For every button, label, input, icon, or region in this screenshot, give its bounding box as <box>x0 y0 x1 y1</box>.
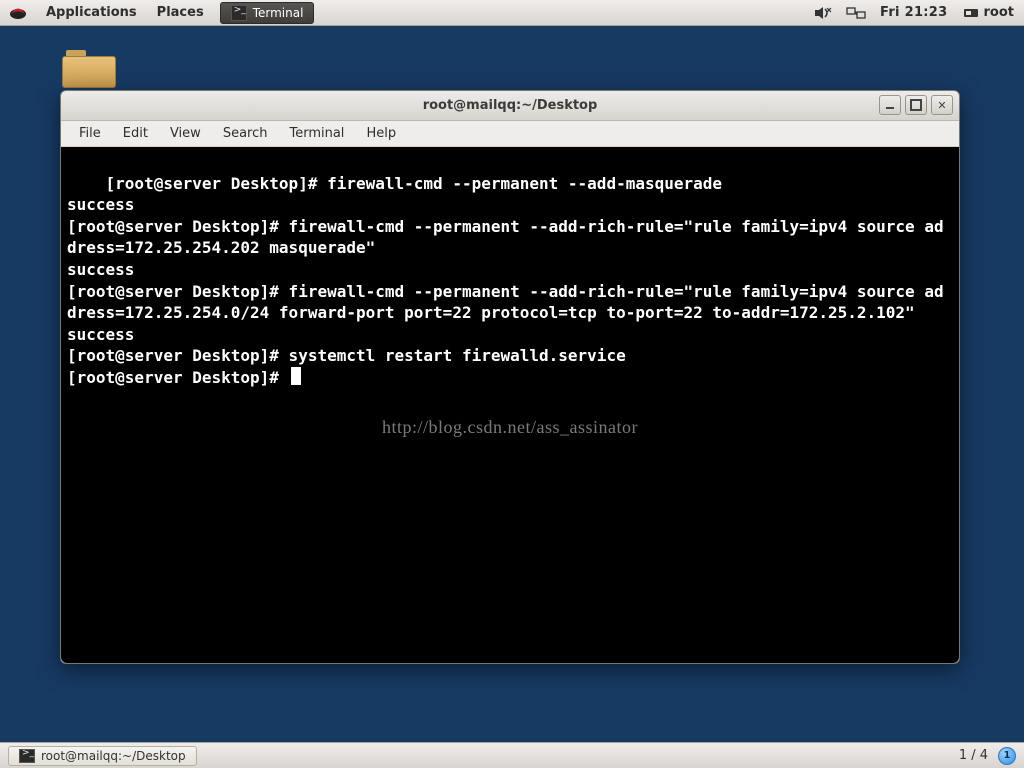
maximize-button[interactable] <box>905 95 927 115</box>
menu-help[interactable]: Help <box>356 124 406 143</box>
distro-logo-icon <box>6 4 30 22</box>
terminal-icon <box>19 749 35 763</box>
window-title: root@mailqq:~/Desktop <box>61 98 959 113</box>
menu-edit[interactable]: Edit <box>113 124 158 143</box>
terminal-line: [root@server Desktop]# <box>67 368 289 387</box>
terminal-cursor <box>291 367 301 385</box>
user-icon <box>962 6 980 20</box>
desktop-folder-icon[interactable] <box>62 48 116 88</box>
workspace-badge[interactable]: 1 <box>998 747 1016 765</box>
menu-search[interactable]: Search <box>213 124 278 143</box>
terminal-line: success <box>67 195 134 214</box>
menu-terminal[interactable]: Terminal <box>279 124 354 143</box>
user-label: root <box>984 5 1015 20</box>
taskbar-terminal-button[interactable]: root@mailqq:~/Desktop <box>8 746 197 766</box>
terminal-line: [root@server Desktop]# firewall-cmd --pe… <box>67 217 944 258</box>
menu-file[interactable]: File <box>69 124 111 143</box>
menu-view[interactable]: View <box>160 124 211 143</box>
taskbar-label: root@mailqq:~/Desktop <box>41 749 186 763</box>
close-button[interactable] <box>931 95 953 115</box>
user-menu[interactable]: root <box>962 5 1015 20</box>
terminal-menubar: File Edit View Search Terminal Help <box>61 121 959 147</box>
terminal-line: [root@server Desktop]# firewall-cmd --pe… <box>67 282 944 323</box>
terminal-icon <box>231 5 247 21</box>
terminal-line: [root@server Desktop]# systemctl restart… <box>67 346 626 365</box>
top-panel-left: Applications Places Terminal <box>0 0 314 26</box>
panel-task-label: Terminal <box>253 6 304 20</box>
watermark-text: http://blog.csdn.net/ass_assinator <box>61 415 959 439</box>
bottom-panel: root@mailqq:~/Desktop 1 / 4 1 <box>0 742 1024 768</box>
terminal-output[interactable]: [root@server Desktop]# firewall-cmd --pe… <box>61 147 959 663</box>
clock[interactable]: Fri 21:23 <box>880 5 948 20</box>
terminal-line: success <box>67 260 134 279</box>
network-icon[interactable] <box>846 6 866 20</box>
volume-icon[interactable] <box>814 6 832 20</box>
terminal-window: root@mailqq:~/Desktop File Edit View Sea… <box>60 90 960 664</box>
applications-menu[interactable]: Applications <box>36 0 147 26</box>
workspace-indicator: 1 / 4 1 <box>959 747 1016 765</box>
window-titlebar[interactable]: root@mailqq:~/Desktop <box>61 91 959 121</box>
top-panel: Applications Places Terminal Fri 21:23 r… <box>0 0 1024 26</box>
top-panel-right: Fri 21:23 root <box>814 5 1024 20</box>
places-menu[interactable]: Places <box>147 0 214 26</box>
terminal-line: success <box>67 325 134 344</box>
terminal-line: [root@server Desktop]# firewall-cmd --pe… <box>106 174 723 193</box>
minimize-button[interactable] <box>879 95 901 115</box>
window-buttons <box>879 95 953 115</box>
panel-task-terminal[interactable]: Terminal <box>220 2 315 24</box>
workspace-text: 1 / 4 <box>959 748 988 763</box>
